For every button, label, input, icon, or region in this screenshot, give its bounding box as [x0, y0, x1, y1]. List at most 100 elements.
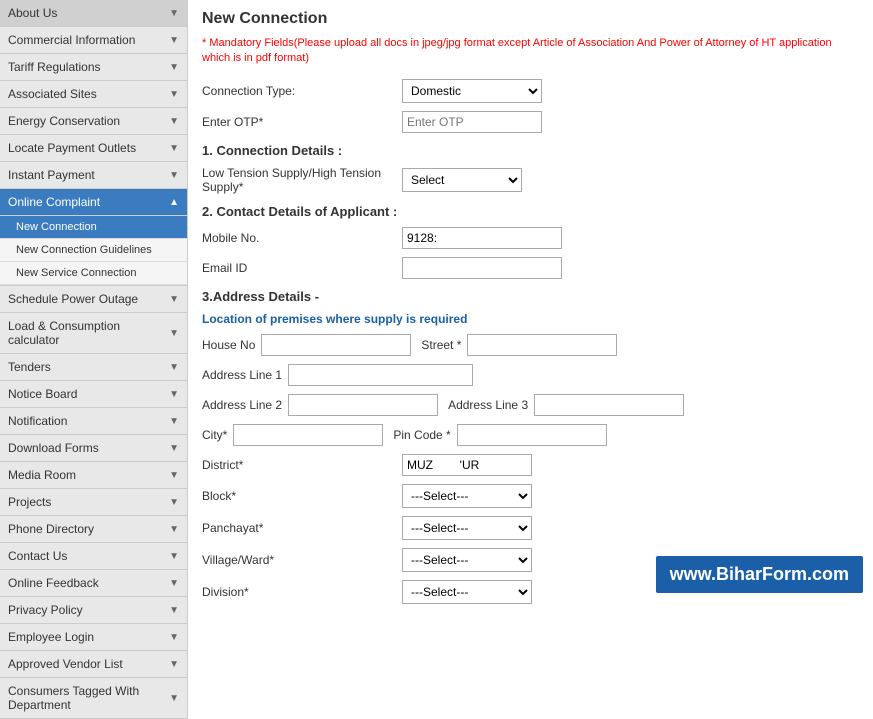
- email-input[interactable]: [402, 257, 562, 279]
- address3-group: Address Line 3: [448, 394, 684, 416]
- pincode-label: Pin Code *: [393, 428, 450, 442]
- sidebar-item-projects[interactable]: Projects ▼: [0, 489, 187, 516]
- address2-label: Address Line 2: [202, 398, 282, 412]
- sidebar-item-media-room[interactable]: Media Room ▼: [0, 462, 187, 489]
- sidebar-item-tariff-regulations[interactable]: Tariff Regulations ▼: [0, 54, 187, 81]
- division-row: Division* ---Select---: [202, 580, 859, 604]
- sidebar-sub-new-connection[interactable]: New Connection: [0, 216, 187, 239]
- sidebar-item-tenders[interactable]: Tenders ▼: [0, 354, 187, 381]
- arrow-icon: ▼: [169, 524, 179, 535]
- panchayat-select[interactable]: ---Select---: [402, 516, 532, 540]
- city-pin-row: City* Pin Code *: [202, 424, 859, 446]
- sidebar-item-commercial-info[interactable]: Commercial Information ▼: [0, 27, 187, 54]
- pincode-input[interactable]: [457, 424, 607, 446]
- mandatory-notice: * Mandatory Fields(Please upload all doc…: [202, 36, 859, 67]
- street-group: Street *: [421, 334, 617, 356]
- arrow-icon: ▼: [169, 497, 179, 508]
- address3-input[interactable]: [534, 394, 684, 416]
- arrow-icon: ▼: [169, 116, 179, 127]
- sidebar-label-download-forms: Download Forms: [8, 441, 99, 455]
- sidebar-item-privacy-policy[interactable]: Privacy Policy ▼: [0, 597, 187, 624]
- arrow-icon: ▼: [169, 294, 179, 305]
- sidebar-item-approved-vendor[interactable]: Approved Vendor List ▼: [0, 651, 187, 678]
- page-title: New Connection: [202, 10, 859, 28]
- sidebar-item-instant-payment[interactable]: Instant Payment ▼: [0, 162, 187, 189]
- sidebar-item-notification[interactable]: Notification ▼: [0, 408, 187, 435]
- email-label: Email ID: [202, 261, 402, 275]
- sidebar-item-about-us[interactable]: About Us ▼: [0, 0, 187, 27]
- village-select[interactable]: ---Select---: [402, 548, 532, 572]
- arrow-icon: ▼: [169, 443, 179, 454]
- address2-3-row: Address Line 2 Address Line 3: [202, 394, 859, 416]
- address1-label: Address Line 1: [202, 368, 282, 382]
- sidebar-label-commercial-info: Commercial Information: [8, 33, 135, 47]
- panchayat-row: Panchayat* ---Select---: [202, 516, 859, 540]
- block-row: Block* ---Select--- Block 1: [202, 484, 859, 508]
- street-input[interactable]: [467, 334, 617, 356]
- street-label: Street *: [421, 338, 461, 352]
- sidebar-item-online-complaint[interactable]: Online Complaint ▲: [0, 189, 187, 216]
- arrow-icon: ▼: [169, 416, 179, 427]
- block-select[interactable]: ---Select--- Block 1: [402, 484, 532, 508]
- sidebar-sub-new-service-connection[interactable]: New Service Connection: [0, 262, 187, 285]
- arrow-icon: ▼: [169, 578, 179, 589]
- house-no-group: House No: [202, 334, 411, 356]
- sidebar-label-consumers-tagged: Consumers Tagged With Department: [8, 684, 169, 712]
- address3-label: Address Line 3: [448, 398, 528, 412]
- mobile-label: Mobile No.: [202, 231, 402, 245]
- sidebar-item-contact-us[interactable]: Contact Us ▼: [0, 543, 187, 570]
- address1-input[interactable]: [288, 364, 473, 386]
- sidebar-label-employee-login: Employee Login: [8, 630, 94, 644]
- division-select[interactable]: ---Select---: [402, 580, 532, 604]
- sidebar-label-online-feedback: Online Feedback: [8, 576, 99, 590]
- division-label: Division*: [202, 585, 402, 599]
- sidebar-item-schedule-power[interactable]: Schedule Power Outage ▼: [0, 286, 187, 313]
- arrow-icon: ▼: [169, 389, 179, 400]
- section2-heading: 2. Contact Details of Applicant :: [202, 204, 859, 219]
- sidebar-sub-new-connection-guidelines[interactable]: New Connection Guidelines: [0, 239, 187, 262]
- arrow-icon: ▼: [169, 693, 179, 704]
- sidebar-item-consumers-tagged[interactable]: Consumers Tagged With Department ▼: [0, 678, 187, 719]
- city-group: City*: [202, 424, 383, 446]
- sidebar-label-notice-board: Notice Board: [8, 387, 77, 401]
- arrow-icon: ▼: [169, 659, 179, 670]
- lt-ht-label: Low Tension Supply/High Tension Supply*: [202, 166, 402, 194]
- otp-input[interactable]: [402, 111, 542, 133]
- arrow-icon: ▼: [169, 551, 179, 562]
- sidebar-item-download-forms[interactable]: Download Forms ▼: [0, 435, 187, 462]
- city-input[interactable]: [233, 424, 383, 446]
- arrow-icon: ▼: [169, 328, 179, 339]
- sidebar-label-media-room: Media Room: [8, 468, 76, 482]
- sidebar-label-projects: Projects: [8, 495, 51, 509]
- address1-group: Address Line 1: [202, 364, 473, 386]
- sidebar-item-load-consumption[interactable]: Load & Consumption calculator ▼: [0, 313, 187, 354]
- lt-ht-select[interactable]: Select Low Tension High Tension: [402, 168, 522, 192]
- mobile-input[interactable]: 9128:: [402, 227, 562, 249]
- sidebar-item-locate-payment[interactable]: Locate Payment Outlets ▼: [0, 135, 187, 162]
- address2-input[interactable]: [288, 394, 438, 416]
- lt-ht-row: Low Tension Supply/High Tension Supply* …: [202, 166, 859, 194]
- sidebar-label-about-us: About Us: [8, 6, 57, 20]
- sidebar-item-phone-directory[interactable]: Phone Directory ▼: [0, 516, 187, 543]
- sidebar-item-online-feedback[interactable]: Online Feedback ▼: [0, 570, 187, 597]
- arrow-icon: ▼: [169, 89, 179, 100]
- sidebar-item-employee-login[interactable]: Employee Login ▼: [0, 624, 187, 651]
- mobile-row: Mobile No. 9128:: [202, 227, 859, 249]
- sidebar-label-privacy-policy: Privacy Policy: [8, 603, 83, 617]
- arrow-icon: ▼: [169, 62, 179, 73]
- sidebar-label-phone-directory: Phone Directory: [8, 522, 94, 536]
- connection-type-select[interactable]: Domestic Commercial Industrial: [402, 79, 542, 103]
- sidebar-label-instant-payment: Instant Payment: [8, 168, 95, 182]
- sidebar-label-tenders: Tenders: [8, 360, 51, 374]
- email-row: Email ID: [202, 257, 859, 279]
- district-input[interactable]: MUZ 'UR: [402, 454, 532, 476]
- location-label: Location of premises where supply is req…: [202, 312, 859, 326]
- sidebar-item-energy-conservation[interactable]: Energy Conservation ▼: [0, 108, 187, 135]
- sidebar-item-notice-board[interactable]: Notice Board ▼: [0, 381, 187, 408]
- sidebar-item-associated-sites[interactable]: Associated Sites ▼: [0, 81, 187, 108]
- arrow-icon: ▼: [169, 35, 179, 46]
- village-label: Village/Ward*: [202, 553, 402, 567]
- house-no-input[interactable]: [261, 334, 411, 356]
- sidebar-label-contact-us: Contact Us: [8, 549, 67, 563]
- arrow-icon: ▼: [169, 632, 179, 643]
